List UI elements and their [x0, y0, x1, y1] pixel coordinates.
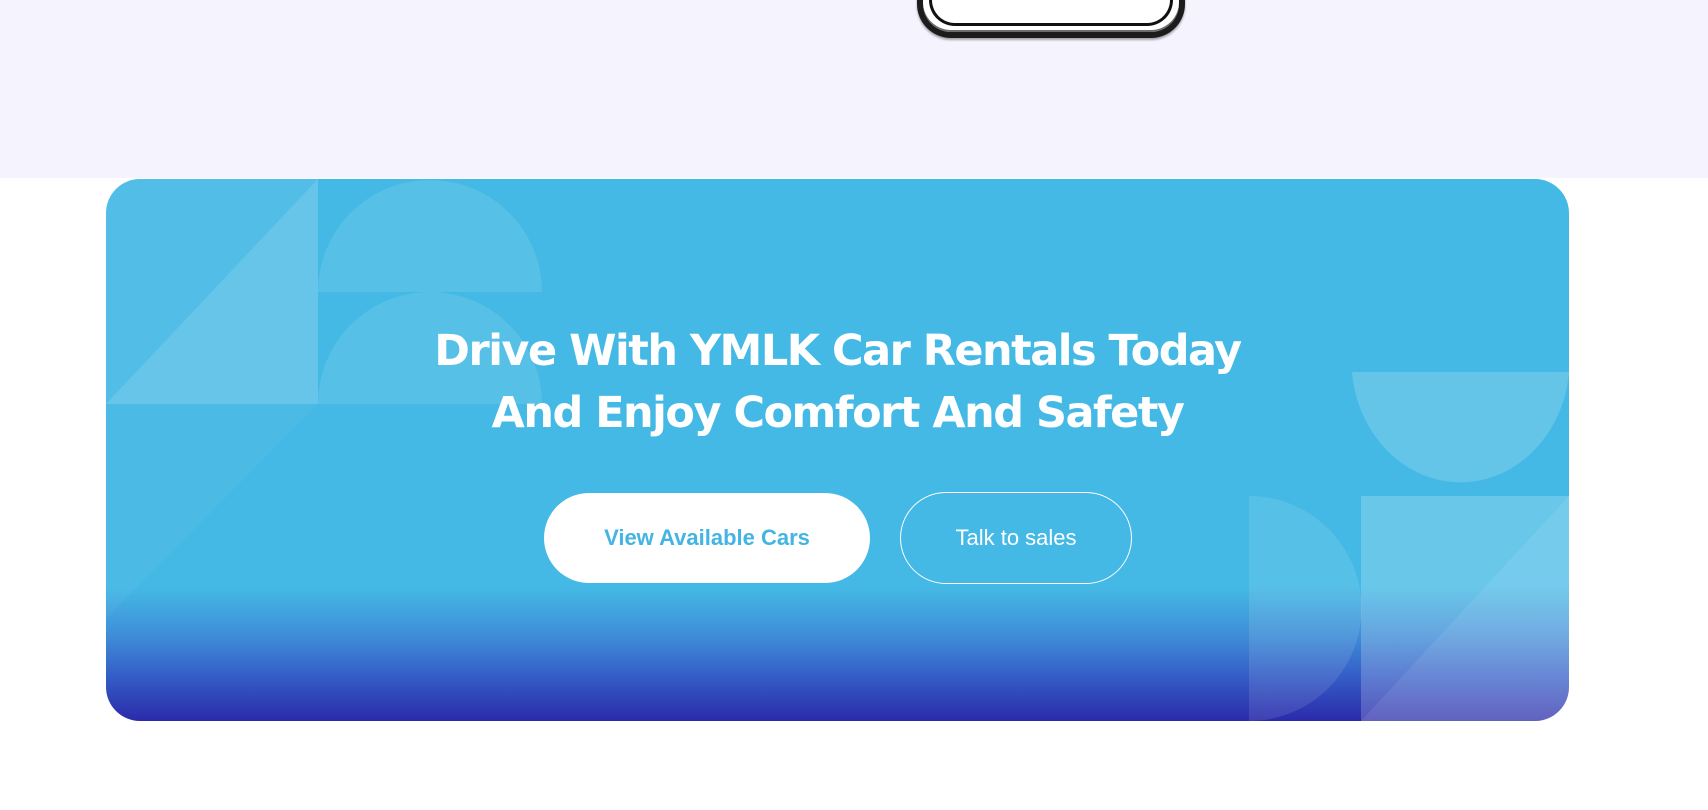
cta-heading: Drive With YMLK Car Rentals Today And En… [106, 320, 1569, 444]
decorative-geometric-shapes [106, 179, 1569, 721]
cta-heading-line-2: And Enjoy Comfort And Safety [491, 388, 1185, 438]
deco-quarter-circle-bottom [1249, 496, 1362, 721]
deco-half-circle-top [318, 180, 542, 292]
phone-mockup-edge [917, 0, 1185, 38]
phone-screen-edge [929, 0, 1173, 26]
view-available-cars-button[interactable]: View Available Cars [544, 493, 870, 583]
cta-banner: Drive With YMLK Car Rentals Today And En… [106, 179, 1569, 721]
top-section-background [0, 0, 1708, 178]
cta-heading-line-1: Drive With YMLK Car Rentals Today [434, 326, 1242, 376]
talk-to-sales-button[interactable]: Talk to sales [900, 492, 1132, 584]
